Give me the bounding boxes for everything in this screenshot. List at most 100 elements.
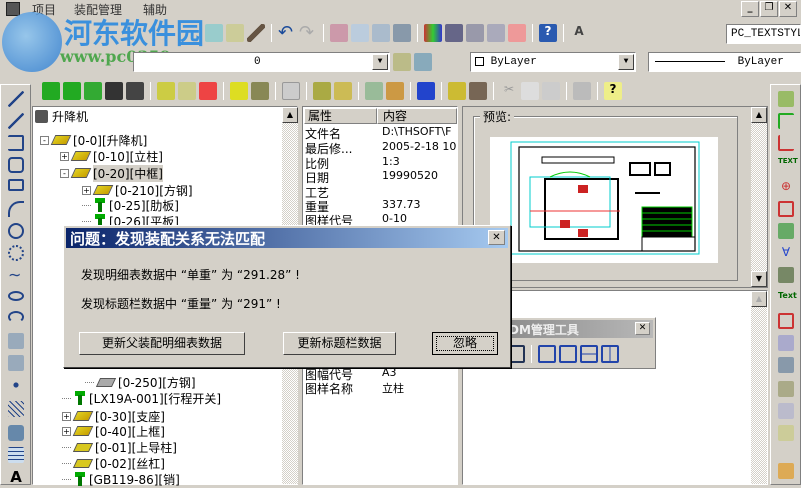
update-title-block-button[interactable]: 更新标题栏数据 [283, 332, 396, 355]
dimension-icon[interactable] [778, 223, 794, 239]
tree-item[interactable]: [LX19A-001][行程开关] [62, 390, 221, 406]
tree-item[interactable]: - [0-20][中框] [60, 164, 163, 182]
key-icon[interactable] [448, 82, 466, 100]
zoom-previous-icon[interactable] [393, 24, 411, 42]
import-icon[interactable] [251, 82, 269, 100]
preview-scrollbar[interactable]: ▲ ▼ [751, 107, 767, 287]
brush-icon[interactable] [247, 24, 265, 42]
tree-root[interactable]: 升降机 [35, 108, 88, 124]
paste-icon[interactable] [542, 82, 560, 100]
cascade-icon[interactable] [538, 345, 556, 363]
ucs-icon[interactable] [778, 91, 794, 107]
ordinate-dim-icon[interactable] [778, 135, 794, 151]
new-part-icon[interactable] [157, 82, 175, 100]
revcloud-icon[interactable] [8, 245, 24, 261]
column-header-content[interactable]: 内容 [377, 108, 457, 124]
surface-finish-icon[interactable]: ∀ [778, 245, 794, 261]
delete-part-icon[interactable] [199, 82, 217, 100]
leader-icon[interactable] [778, 113, 794, 129]
point-icon[interactable] [8, 377, 24, 393]
dm-tools-floating-toolbar[interactable]: DM管理工具 ✕ [500, 317, 656, 369]
tile-vertical-icon[interactable] [601, 345, 619, 363]
dropdown-arrow-icon[interactable]: ▼ [372, 54, 388, 70]
polygon-icon[interactable] [8, 157, 24, 173]
expand-icon[interactable]: + [62, 426, 71, 436]
pan-icon[interactable] [330, 24, 348, 42]
tools-icon[interactable] [469, 82, 487, 100]
help-icon[interactable]: ? [539, 24, 557, 42]
bom-icon[interactable] [313, 82, 331, 100]
layer-manager-icon[interactable] [414, 53, 432, 71]
cut-icon[interactable]: ✂ [500, 82, 518, 100]
sheet-icon[interactable] [487, 24, 505, 42]
expand-icon[interactable]: + [82, 185, 91, 195]
save-all-icon[interactable] [126, 82, 144, 100]
grid-icon[interactable] [417, 82, 435, 100]
table-icon[interactable] [334, 82, 352, 100]
linetype-select[interactable]: ByLayer [648, 52, 801, 72]
region-icon[interactable] [8, 425, 24, 441]
text-wave-icon[interactable]: TEXT [778, 157, 798, 173]
tree-item[interactable]: [0-250][方钢] [85, 374, 196, 390]
expand-icon[interactable]: + [60, 151, 69, 161]
tree-item[interactable]: + [0-40][上框] [62, 423, 165, 439]
copy-icon[interactable] [205, 24, 223, 42]
tile-horizontal-icon[interactable] [580, 345, 598, 363]
info-scrollbar[interactable]: ▲ [751, 291, 767, 484]
detail-icon[interactable] [778, 381, 794, 397]
layer-previous-icon[interactable] [393, 53, 411, 71]
paste-icon[interactable] [226, 24, 244, 42]
restore-button[interactable]: ❐ [760, 1, 778, 17]
close-button[interactable]: ✕ [779, 1, 797, 17]
tolerance-icon[interactable] [778, 313, 794, 329]
zoom-window-icon[interactable] [372, 24, 390, 42]
rectangle-icon[interactable] [8, 179, 24, 191]
database-icon[interactable] [386, 82, 404, 100]
markup-icon[interactable] [508, 24, 526, 42]
text-style-icon[interactable]: A [570, 24, 588, 42]
mtext-icon[interactable]: A [8, 469, 24, 485]
polyline-icon[interactable] [8, 135, 24, 151]
scroll-up-button[interactable]: ▲ [751, 291, 767, 307]
column-header-attribute[interactable]: 属性 [304, 108, 377, 124]
new-project-icon[interactable] [42, 82, 60, 100]
pencil-icon[interactable] [778, 463, 794, 479]
tree-item[interactable]: [0-02][丝杠] [62, 455, 165, 471]
chart-icon[interactable] [365, 82, 383, 100]
properties-icon[interactable] [424, 24, 442, 42]
collapse-icon[interactable]: - [60, 168, 69, 178]
expand-icon[interactable]: + [62, 411, 71, 421]
open-part-icon[interactable] [178, 82, 196, 100]
tree-item[interactable]: [0-25][肋板] [82, 197, 179, 213]
save-icon[interactable] [105, 82, 123, 100]
open-project-icon[interactable] [63, 82, 81, 100]
tree-item[interactable]: + [0-10][立柱] [60, 148, 163, 164]
text-icon[interactable]: Text [778, 291, 797, 307]
scroll-down-button[interactable]: ▼ [751, 271, 767, 287]
design-center-icon[interactable] [445, 24, 463, 42]
edit-icon[interactable] [778, 335, 794, 351]
print-icon[interactable] [573, 82, 591, 100]
dialog-close-button[interactable]: ✕ [488, 230, 505, 245]
color-select[interactable]: ByLayer ▼ [470, 52, 636, 72]
tool-palette-icon[interactable] [466, 24, 484, 42]
help-icon[interactable]: ? [604, 82, 622, 100]
layer-select[interactable]: 0 ▼ [133, 52, 390, 72]
line-icon[interactable] [8, 91, 24, 107]
table-icon[interactable] [8, 447, 24, 463]
ellipse-arc-icon[interactable] [8, 311, 24, 323]
weld-icon[interactable] [778, 267, 794, 283]
list-icon[interactable] [778, 403, 794, 419]
arc-icon[interactable] [8, 201, 24, 217]
balloon-icon[interactable] [778, 201, 794, 217]
scroll-up-button[interactable]: ▲ [751, 107, 767, 123]
layout-icon[interactable] [282, 82, 300, 100]
minimize-button[interactable]: _ [741, 1, 759, 17]
tree-item[interactable]: - [0-0][升降机] [40, 132, 147, 148]
frame-icon[interactable] [778, 357, 794, 373]
collapse-icon[interactable]: - [40, 135, 49, 145]
ellipse-icon[interactable] [8, 291, 24, 301]
close-icon[interactable]: ✕ [635, 322, 650, 335]
construction-line-icon[interactable] [8, 113, 24, 129]
scroll-up-button[interactable]: ▲ [282, 107, 298, 123]
